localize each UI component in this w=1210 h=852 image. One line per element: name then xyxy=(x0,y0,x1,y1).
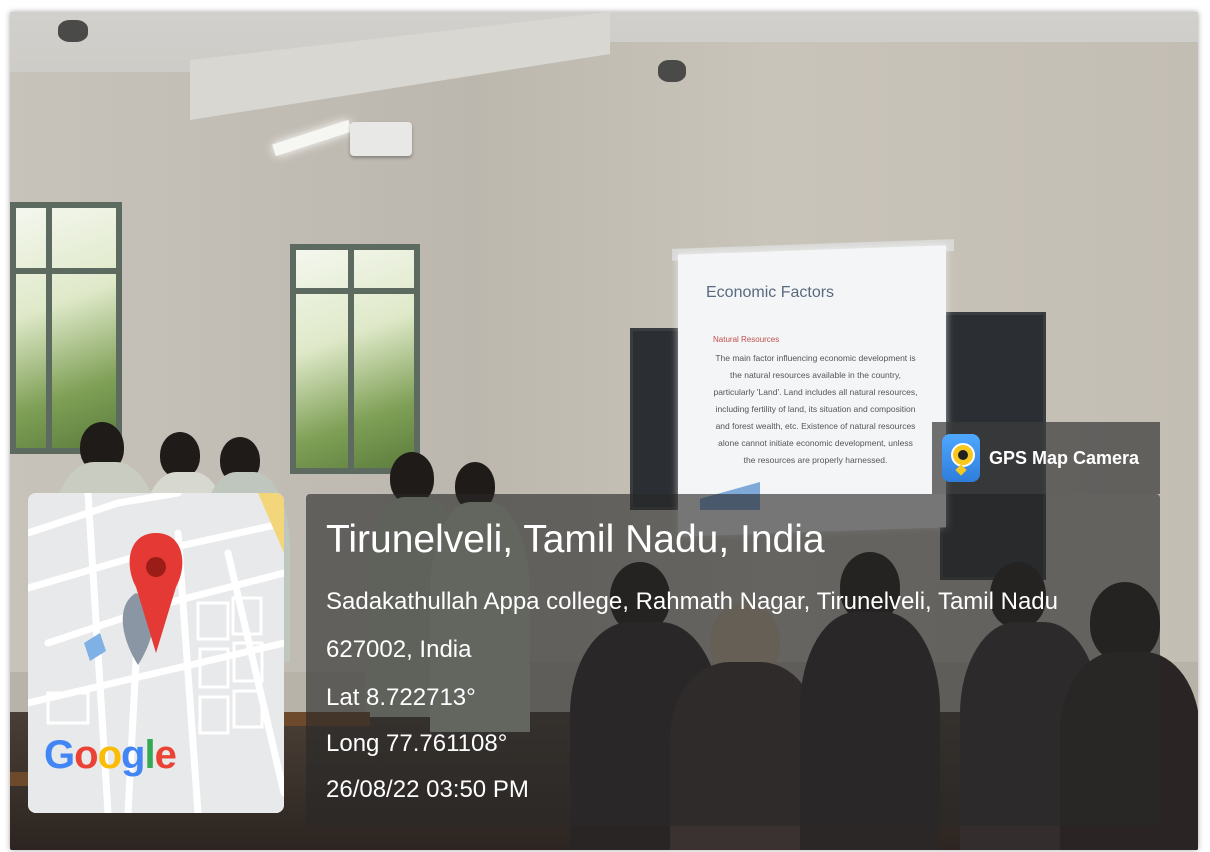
projector xyxy=(350,122,412,156)
address-line-1: Sadakathullah Appa college, Rahmath Naga… xyxy=(326,588,1058,615)
slide-bullet: Natural Resources xyxy=(713,335,780,344)
address-line-2: 627002, India xyxy=(326,636,472,663)
timestamp: 26/08/22 03:50 PM xyxy=(326,776,529,803)
ceiling-fan-right xyxy=(658,60,686,82)
longitude: Long 77.761108° xyxy=(326,730,508,757)
location-city: Tirunelveli, Tamil Nadu, India xyxy=(326,518,825,561)
map-thumbnail: Google xyxy=(28,493,284,813)
slide-title: Economic Factors xyxy=(706,284,835,301)
google-logo: Google xyxy=(44,733,177,777)
gps-map-camera-icon xyxy=(942,434,980,482)
latitude: Lat 8.722713° xyxy=(326,684,476,711)
ceiling-fan-left xyxy=(58,20,88,42)
app-name: GPS Map Camera xyxy=(989,448,1140,468)
